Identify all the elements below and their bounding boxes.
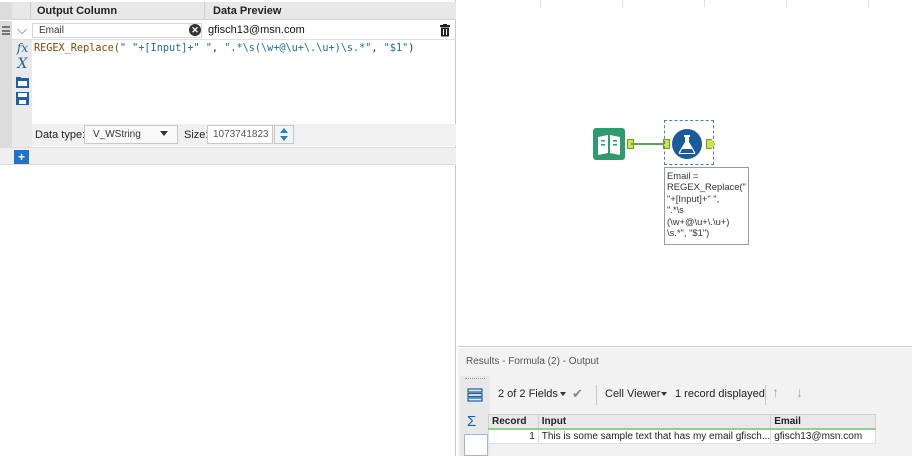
formula-flask-icon[interactable]: [671, 128, 703, 160]
toolbar-divider: [765, 385, 766, 405]
add-icon[interactable]: +: [14, 150, 29, 164]
column-header-row: Output Column Data Preview: [0, 2, 456, 20]
output-column-field[interactable]: Email: [32, 23, 202, 38]
header-gutter: [0, 2, 12, 20]
expr-function: REGEX_Replace(: [34, 43, 120, 54]
chevron-down-icon[interactable]: [661, 392, 667, 396]
tab-view-icon[interactable]: [464, 434, 488, 456]
expr-string-open: " "+: [119, 43, 145, 54]
tool-annotation: Email = REGEX_Replace(" "+[Input]+" ", "…: [664, 167, 749, 245]
size-field[interactable]: 1073741823: [207, 125, 273, 144]
output-column-header: Output Column: [30, 2, 204, 20]
row-gutter[interactable]: [0, 21, 12, 40]
trash-icon[interactable]: [439, 24, 451, 37]
expression-toolbar: fx X: [12, 40, 32, 164]
check-icon[interactable]: ✔: [572, 386, 583, 402]
fx-icon[interactable]: fx: [15, 41, 30, 56]
size-label: Size:: [184, 129, 209, 141]
results-grid: Record Input Email 1 This is some sample…: [488, 414, 876, 444]
data-type-row: Data type: V_WString Size: 1073741823: [32, 124, 456, 146]
expr-close: ): [408, 43, 415, 54]
expr-separator-2: ,: [371, 43, 384, 54]
variable-x-icon[interactable]: X: [15, 57, 30, 72]
results-title: Results - Formula (2) - Output: [466, 356, 599, 367]
drag-handle-icon[interactable]: [2, 26, 10, 35]
results-side-rail: Σ: [460, 376, 490, 456]
grid-header-row: Record Input Email: [488, 414, 876, 430]
clear-icon[interactable]: ✕: [189, 24, 201, 36]
arrow-down-icon[interactable]: ↓: [796, 384, 803, 400]
formula-row[interactable]: ⌵ Email ✕ gfisch13@msn.com: [0, 21, 456, 40]
drag-grip[interactable]: [465, 378, 485, 380]
fields-dropdown[interactable]: 2 of 2 Fields: [498, 388, 558, 400]
row-gutter-lower: [0, 40, 12, 164]
add-expression-row: +: [0, 147, 456, 165]
expr-separator-1: ,: [211, 43, 225, 54]
canvas-grid: [458, 0, 912, 7]
expression-editor[interactable]: REGEX_Replace(" "+[Input]+" ", ".*\s(\w+…: [34, 43, 414, 54]
arrow-up-icon[interactable]: ↑: [772, 384, 779, 400]
expr-replacement: "$1": [383, 43, 409, 54]
size-stepper[interactable]: [274, 125, 294, 144]
data-preview-value: gfisch13@msn.com: [208, 24, 305, 36]
cell-email[interactable]: gfisch13@msn.com: [770, 428, 876, 444]
input-data-book-icon[interactable]: [593, 128, 625, 160]
column-header-email[interactable]: Email: [770, 414, 876, 430]
record-count: 1 record displayed: [675, 388, 765, 400]
data-preview-header: Data Preview: [204, 2, 456, 20]
stepper-down-icon[interactable]: [280, 136, 288, 141]
chevron-down-icon[interactable]: [160, 131, 168, 136]
sigma-icon[interactable]: Σ: [467, 413, 476, 430]
expr-field: [Input]: [144, 43, 188, 54]
table-row[interactable]: 1 This is some sample text that has my e…: [488, 428, 876, 444]
cell-input[interactable]: This is some sample text that has my ema…: [537, 428, 772, 444]
rows-view-icon[interactable]: [467, 388, 483, 402]
expr-pattern: ".*\s(\w+@\u+\.\u+)\s.*": [224, 43, 372, 54]
open-folder-icon[interactable]: [15, 75, 30, 90]
stepper-up-icon[interactable]: [280, 128, 288, 133]
toolbar-divider: [596, 385, 597, 405]
chevron-down-icon[interactable]: ⌵: [15, 23, 29, 37]
column-header-record[interactable]: Record: [488, 414, 539, 430]
expr-string-close: +" ": [187, 43, 212, 54]
data-type-label: Data type:: [35, 129, 86, 141]
workflow-canvas[interactable]: Email = REGEX_Replace(" "+[Input]+" ", "…: [458, 0, 912, 347]
chevron-down-icon[interactable]: [560, 392, 566, 396]
column-header-input[interactable]: Input: [537, 414, 772, 430]
save-icon[interactable]: [15, 91, 30, 106]
formula-config-panel: Output Column Data Preview ⌵ Email ✕ gfi…: [0, 0, 456, 456]
cell-viewer-dropdown[interactable]: Cell Viewer: [605, 388, 660, 400]
results-toolbar: 2 of 2 Fields ✔ Cell Viewer 1 record dis…: [490, 376, 912, 414]
cell-record[interactable]: 1: [488, 428, 539, 444]
connection-line[interactable]: [631, 143, 663, 145]
